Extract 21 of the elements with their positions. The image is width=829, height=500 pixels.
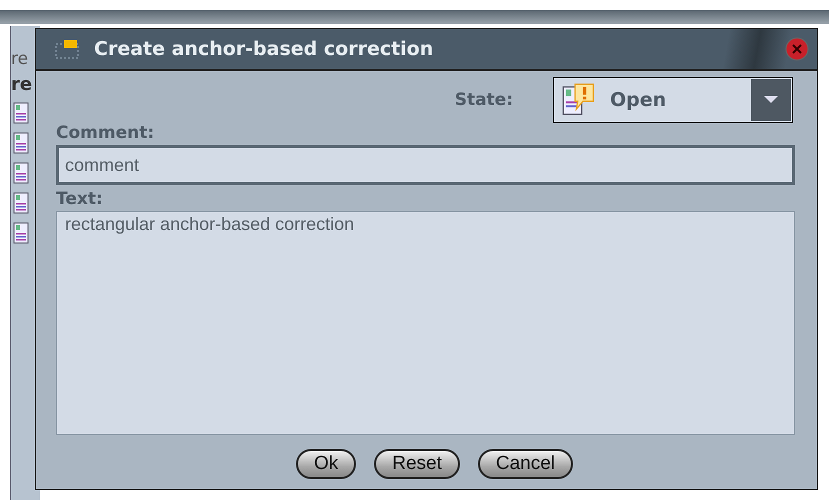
state-dropdown[interactable]: Open bbox=[553, 77, 793, 123]
text-area[interactable]: rectangular anchor-based correction bbox=[56, 211, 795, 435]
close-icon[interactable] bbox=[785, 37, 809, 61]
text-label: Text: bbox=[56, 189, 104, 209]
dialog-button[interactable]: Ok bbox=[296, 449, 356, 479]
dialog-button[interactable]: Cancel bbox=[478, 449, 574, 479]
comment-label: Comment: bbox=[56, 123, 156, 143]
panel-text: re bbox=[11, 50, 30, 68]
document-icon bbox=[13, 102, 29, 124]
caret-icon bbox=[751, 79, 791, 121]
dialog-button[interactable]: Reset bbox=[374, 449, 460, 479]
state-label: State: bbox=[454, 90, 513, 110]
panel-text: re bbox=[11, 76, 34, 94]
document-icon bbox=[13, 162, 29, 184]
document-icon bbox=[13, 132, 29, 154]
document-icon bbox=[13, 222, 29, 244]
note-alert-icon bbox=[562, 83, 596, 117]
document-icon bbox=[13, 192, 29, 214]
comment-field[interactable]: comment bbox=[56, 145, 795, 185]
selection-rectangle-icon bbox=[54, 38, 80, 60]
window-title: Create anchor-based correction bbox=[94, 38, 434, 60]
